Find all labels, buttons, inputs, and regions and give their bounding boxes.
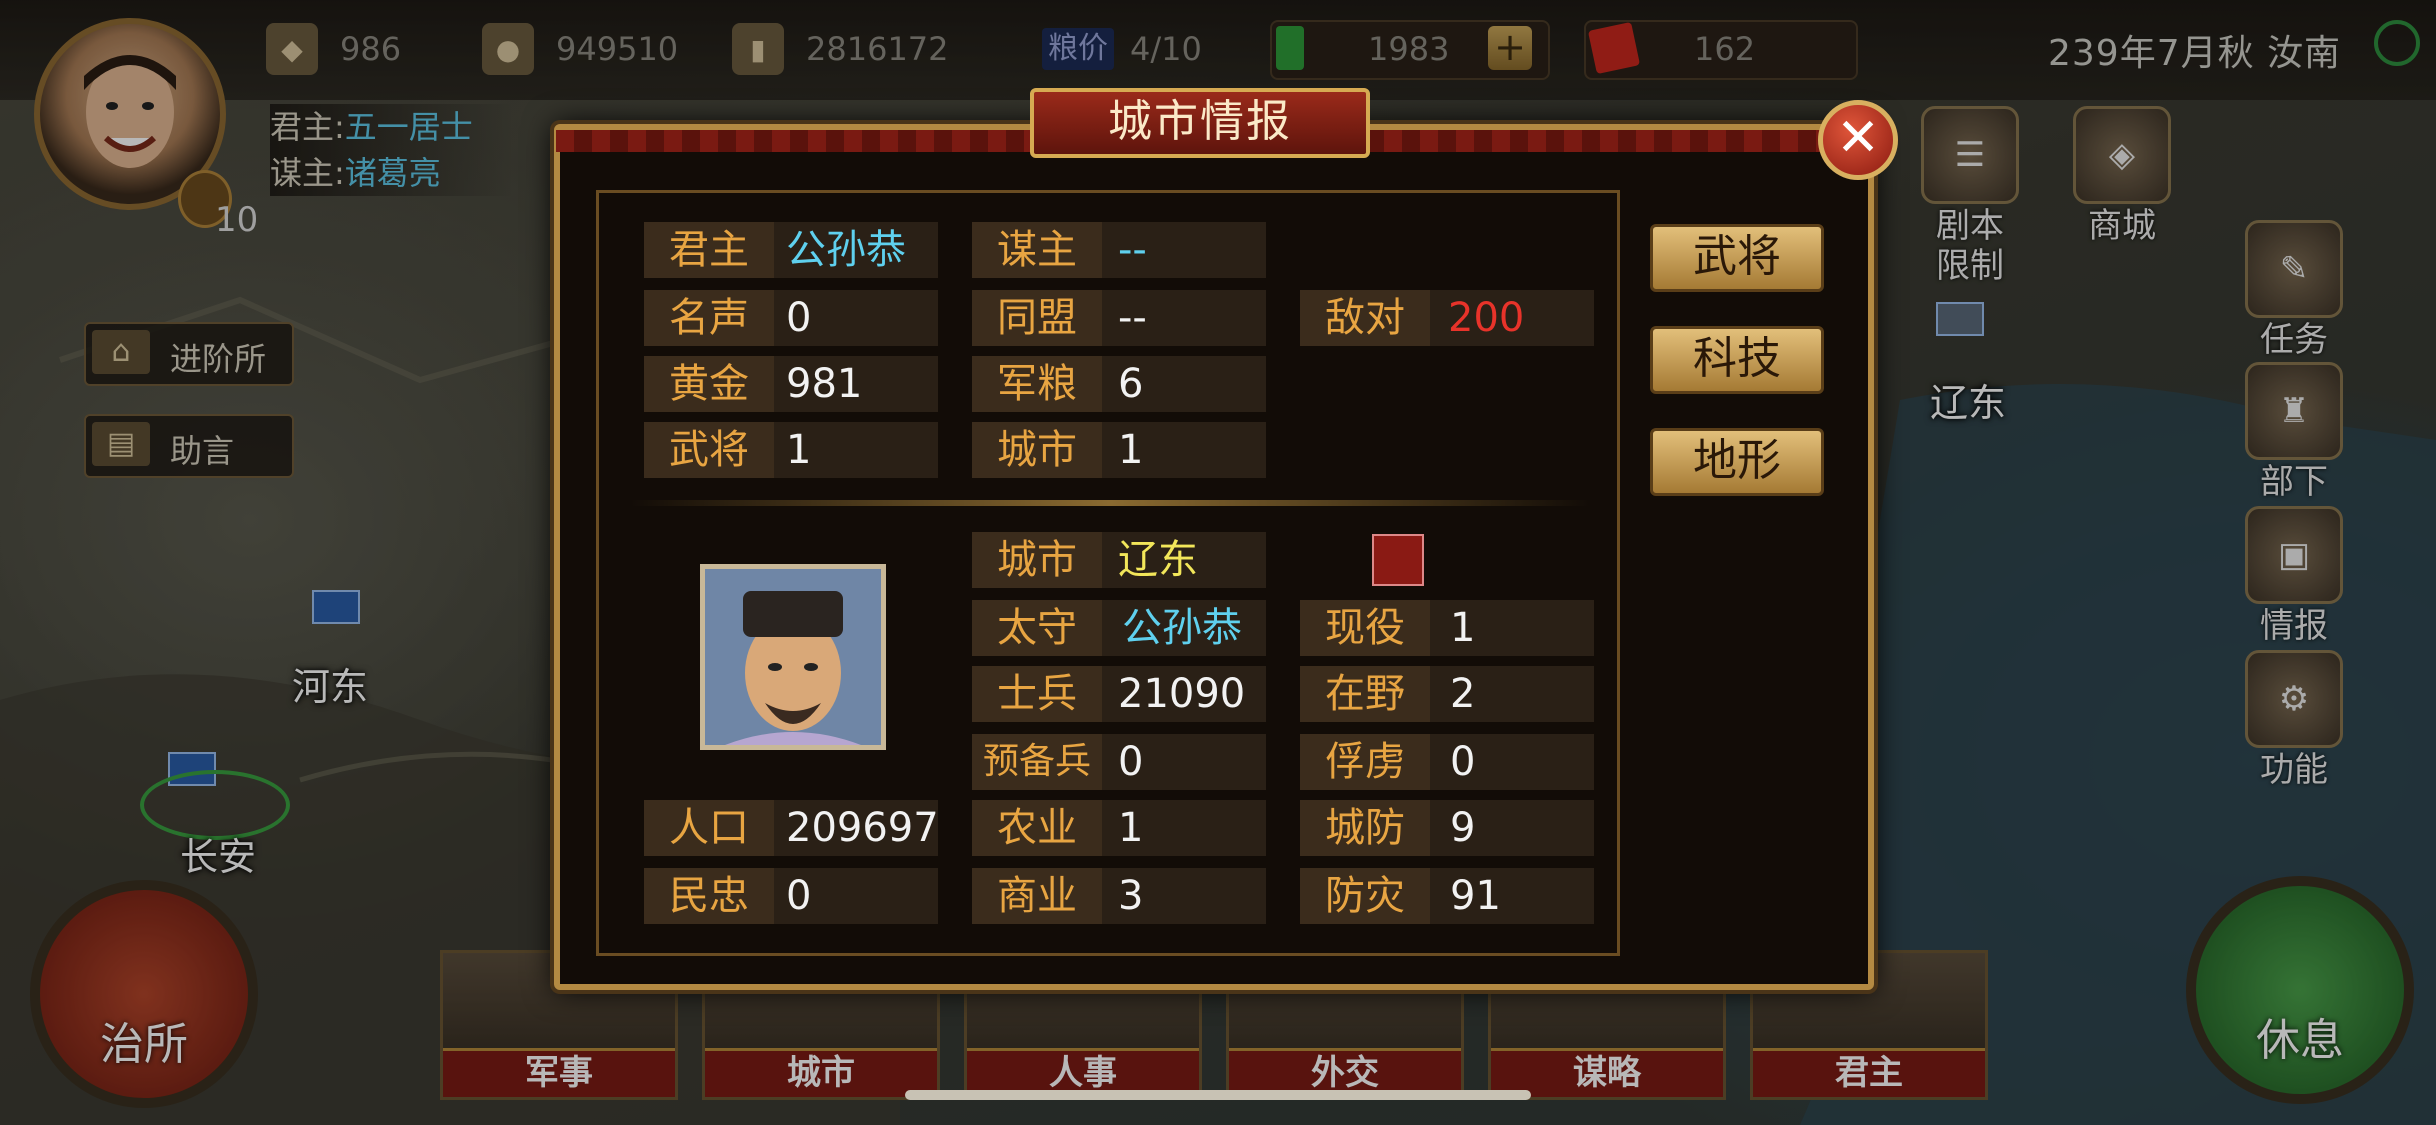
city-disaster-value: 91 (1450, 873, 1501, 919)
city-loyalty-value: 0 (786, 873, 812, 919)
city-soldiers-row: 士兵 21090 (972, 666, 1266, 722)
faction-cities-value: 1 (1118, 427, 1144, 473)
city-governor-value: 公孙恭 (1122, 605, 1242, 651)
terrain-button[interactable]: 地形 (1650, 428, 1824, 496)
technology-button[interactable]: 科技 (1650, 326, 1824, 394)
governor-face-icon (705, 569, 881, 745)
faction-grain-label: 军粮 (972, 356, 1102, 412)
city-population-label: 人口 (644, 800, 774, 856)
faction-advisor-value: -- (1118, 227, 1147, 273)
faction-generals-row: 武将 1 (644, 422, 938, 478)
faction-hostile-value: 200 (1448, 295, 1525, 341)
faction-alliance-value: -- (1118, 295, 1147, 341)
close-button[interactable]: ✕ (1818, 100, 1898, 180)
city-commerce-row: 商业 3 (972, 868, 1266, 924)
city-captives-row: 俘虏 0 (1300, 734, 1594, 790)
city-reserve-label: 预备兵 (972, 734, 1102, 790)
city-commerce-value: 3 (1118, 873, 1144, 919)
faction-hostile-row: 敌对 200 (1300, 290, 1594, 346)
dialog-title: 城市情报 (1108, 96, 1292, 147)
faction-advisor-row: 谋主 -- (972, 222, 1266, 278)
city-name-label: 城市 (972, 532, 1102, 588)
city-active-value: 1 (1450, 605, 1476, 651)
faction-gold-row: 黄金 981 (644, 356, 938, 412)
city-defense-value: 9 (1450, 805, 1476, 851)
city-disaster-row: 防灾 91 (1300, 868, 1594, 924)
faction-fame-label: 名声 (644, 290, 774, 346)
city-soldiers-value: 21090 (1118, 671, 1246, 717)
faction-lord-label: 君主 (644, 222, 774, 278)
city-wild-value: 2 (1450, 671, 1476, 717)
city-disaster-label: 防灾 (1300, 868, 1430, 924)
faction-hostile-label: 敌对 (1300, 290, 1430, 346)
city-agriculture-row: 农业 1 (972, 800, 1266, 856)
city-reserve-row: 预备兵 0 (972, 734, 1266, 790)
city-governor-label: 太守 (972, 600, 1102, 656)
city-agriculture-value: 1 (1118, 805, 1144, 851)
faction-grain-value: 6 (1118, 361, 1144, 407)
faction-lord-value: 公孙恭 (786, 227, 906, 273)
city-agriculture-label: 农业 (972, 800, 1102, 856)
city-loyalty-label: 民忠 (644, 868, 774, 924)
faction-cities-row: 城市 1 (972, 422, 1266, 478)
home-indicator[interactable] (905, 1090, 1531, 1100)
city-defense-row: 城防 9 (1300, 800, 1594, 856)
section-divider (630, 500, 1590, 506)
faction-cities-label: 城市 (972, 422, 1102, 478)
faction-gold-label: 黄金 (644, 356, 774, 412)
faction-fame-value: 0 (786, 295, 812, 341)
city-governor-row: 太守 公孙恭 (972, 600, 1266, 656)
city-population-value: 209697 (786, 805, 939, 851)
city-name-value: 辽东 (1118, 537, 1198, 583)
city-active-label: 现役 (1300, 600, 1430, 656)
city-name-row: 城市 辽东 (972, 532, 1266, 588)
faction-alliance-row: 同盟 -- (972, 290, 1266, 346)
faction-grain-row: 军粮 6 (972, 356, 1266, 412)
city-active-row: 现役 1 (1300, 600, 1594, 656)
city-commerce-label: 商业 (972, 868, 1102, 924)
faction-alliance-label: 同盟 (972, 290, 1102, 346)
faction-advisor-label: 谋主 (972, 222, 1102, 278)
city-defense-label: 城防 (1300, 800, 1430, 856)
city-wild-row: 在野 2 (1300, 666, 1594, 722)
generals-button[interactable]: 武将 (1650, 224, 1824, 292)
faction-generals-value: 1 (786, 427, 812, 473)
faction-lord-row: 君主 公孙恭 (644, 222, 938, 278)
city-reserve-value: 0 (1118, 739, 1144, 785)
faction-generals-label: 武将 (644, 422, 774, 478)
city-captives-value: 0 (1450, 739, 1476, 785)
weapon-icon (1372, 534, 1424, 586)
city-population-row: 人口 209697 (644, 800, 939, 856)
city-soldiers-label: 士兵 (972, 666, 1102, 722)
governor-portrait[interactable] (700, 564, 886, 750)
faction-gold-value: 981 (786, 361, 863, 407)
city-loyalty-row: 民忠 0 (644, 868, 938, 924)
city-captives-label: 俘虏 (1300, 734, 1430, 790)
faction-fame-row: 名声 0 (644, 290, 938, 346)
city-wild-label: 在野 (1300, 666, 1430, 722)
